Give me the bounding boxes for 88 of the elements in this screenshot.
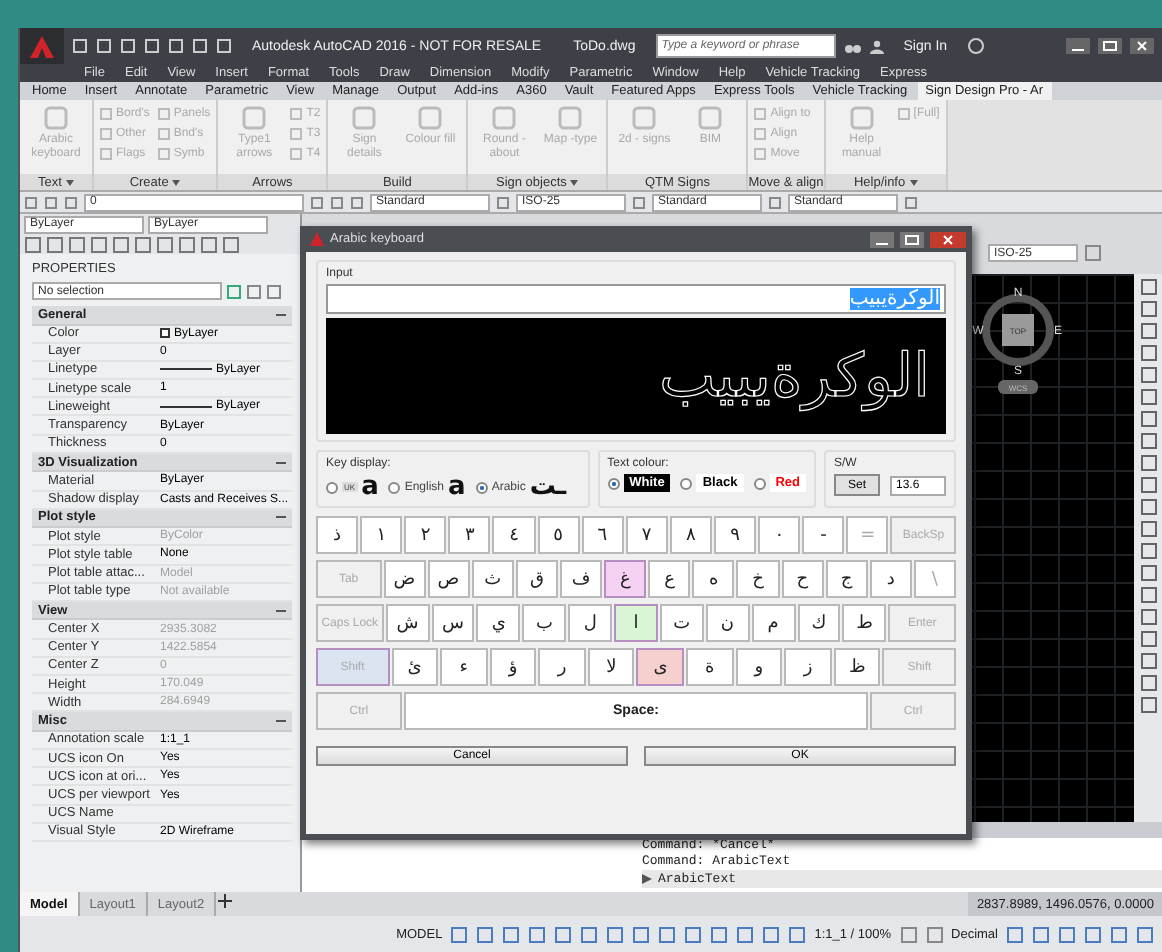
keyboard-key[interactable]: ٤ [492, 516, 536, 554]
keyboard-key[interactable]: ٧ [625, 516, 668, 554]
maximize-icon[interactable] [1098, 38, 1122, 54]
add-icon[interactable] [216, 892, 235, 910]
radio-button[interactable] [388, 481, 401, 493]
collapse-icon [276, 716, 286, 727]
keyboard-key[interactable]: ؤ [489, 648, 537, 686]
collapse-icon [276, 512, 286, 523]
collapse-icon [276, 605, 286, 616]
keyboard-key[interactable]: ء [440, 648, 488, 686]
color-swatch-icon [160, 328, 170, 339]
keyboard-key[interactable]: ف [560, 560, 603, 598]
tool-icon [897, 108, 910, 120]
linetype-sample-icon [160, 401, 212, 412]
tool-icon [350, 104, 379, 132]
keyboard-key[interactable]: ب [522, 604, 567, 642]
keyboard-key[interactable]: - [802, 516, 845, 554]
keyboard-key[interactable]: ز [784, 648, 832, 686]
keyboard-key[interactable]: ذ [316, 516, 359, 554]
keyboard-key[interactable]: ١ [360, 516, 403, 554]
close-icon[interactable] [1130, 38, 1154, 54]
keyboard-key[interactable]: ة [686, 648, 734, 686]
radio-button[interactable] [475, 481, 488, 493]
keyboard-key[interactable]: ى [636, 648, 685, 686]
keyboard-key[interactable]: م [751, 604, 795, 642]
close-icon[interactable] [930, 231, 966, 247]
linetype-sample-icon [160, 364, 212, 375]
keyboard-key[interactable]: ط [842, 604, 887, 642]
help-icon[interactable] [967, 38, 984, 54]
keyboard-key[interactable]: خ [736, 560, 780, 598]
keyboard-key[interactable]: غ [604, 560, 647, 598]
keyboard-key[interactable]: ٥ [537, 516, 580, 554]
keyboard-key[interactable]: ئ [391, 648, 439, 686]
logo [30, 35, 54, 57]
radio-button[interactable] [680, 477, 693, 489]
minimize-icon[interactable] [870, 231, 894, 247]
keyboard-key[interactable]: ض [383, 560, 426, 598]
keyboard-key[interactable]: ت [659, 604, 704, 642]
keyboard-key[interactable]: ٠ [758, 516, 801, 554]
maximize-icon[interactable] [900, 231, 924, 247]
keyboard-key[interactable]: ش [385, 604, 430, 642]
keyboard-key[interactable]: ه [692, 560, 735, 598]
keyboard-key[interactable]: د [869, 560, 912, 598]
keyboard-key[interactable]: و [735, 648, 783, 686]
minimize-icon[interactable] [1066, 38, 1090, 54]
keyboard-key[interactable]: ن [705, 604, 750, 642]
keyboard-key[interactable]: ل [568, 604, 613, 642]
tool-icon [416, 104, 445, 132]
keyboard-key[interactable]: ج [825, 560, 868, 598]
keyboard-key[interactable]: ر [538, 648, 586, 686]
app-icon [310, 232, 324, 246]
toolbar-icon[interactable] [904, 195, 918, 209]
keyboard-key[interactable]: ق [515, 560, 559, 598]
tool-icon [630, 104, 659, 132]
sample-glyph: a [361, 474, 379, 500]
keyboard-key[interactable]: ٦ [581, 516, 624, 554]
user-icon[interactable] [869, 39, 884, 53]
radio-button[interactable] [753, 477, 766, 489]
application-menu-button[interactable] [20, 28, 64, 64]
tool-icon [240, 104, 269, 132]
radio-button[interactable] [607, 477, 620, 489]
keyboard-key[interactable]: ا [614, 604, 658, 642]
keyboard-key[interactable]: س [431, 604, 475, 642]
keyboard-key[interactable]: ث [471, 560, 514, 598]
tool-icon [696, 104, 725, 132]
keyboard-key[interactable]: ي [476, 604, 521, 642]
radio-button[interactable] [326, 481, 338, 493]
prompt-icon [642, 874, 652, 884]
tool-icon [490, 104, 519, 132]
keyboard-key[interactable]: ح [781, 560, 824, 598]
collapse-icon [276, 309, 286, 320]
tool-icon [847, 104, 876, 132]
keyboard-key[interactable]: لا [587, 648, 635, 686]
keyboard-key[interactable]: ع [648, 560, 691, 598]
keyboard-key[interactable]: ص [427, 560, 470, 598]
keyboard-key[interactable]: ٨ [669, 516, 712, 554]
keyboard-key[interactable]: ٢ [404, 516, 447, 554]
collapse-icon [276, 457, 286, 468]
binoculars-icon[interactable] [843, 39, 862, 53]
tool-icon [556, 104, 585, 132]
preview-text: الوكرةيبيب [659, 341, 930, 411]
keyboard-key[interactable]: ظ [833, 648, 881, 686]
tool-icon [42, 104, 70, 132]
keyboard-key[interactable]: ك [797, 604, 841, 642]
keyboard-key[interactable]: ٣ [448, 516, 491, 554]
sample-glyph: a [448, 474, 466, 500]
keyboard-key[interactable]: ٩ [713, 516, 757, 554]
sample-glyph: ـت [529, 474, 567, 500]
